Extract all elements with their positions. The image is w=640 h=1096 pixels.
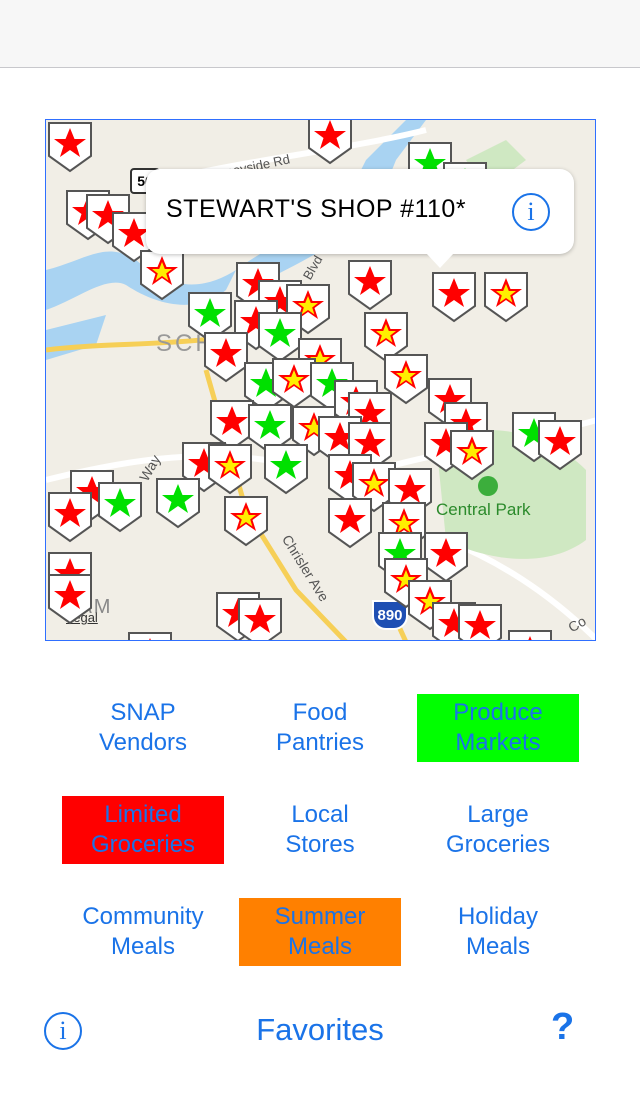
map-marker[interactable]	[306, 120, 354, 166]
info-icon[interactable]: i	[44, 1012, 82, 1050]
snap-vendors-button[interactable]: SNAP Vendors	[62, 694, 224, 762]
map-marker[interactable]	[262, 442, 310, 496]
produce-markets-button[interactable]: Produce Markets	[417, 694, 579, 762]
map-marker[interactable]	[46, 120, 94, 174]
favorites-button[interactable]: Favorites	[220, 1012, 420, 1048]
callout-title: STEWART'S SHOP #110*	[166, 195, 467, 223]
map-marker[interactable]	[206, 442, 254, 496]
central-park-label: Central Park	[436, 500, 531, 519]
map-marker[interactable]	[96, 480, 144, 534]
navigation-bar	[0, 0, 640, 68]
map-marker[interactable]	[46, 572, 94, 626]
summer-meals-button[interactable]: Summer Meals	[239, 898, 401, 966]
map-marker[interactable]	[536, 418, 584, 472]
map-marker[interactable]	[236, 596, 284, 640]
map-marker[interactable]	[222, 494, 270, 548]
map-view[interactable]: 50 Stoneyside Rd Blvd SCH Way Chrisler A…	[45, 119, 596, 641]
map-marker[interactable]	[154, 476, 202, 530]
map-marker[interactable]	[46, 490, 94, 544]
large-groceries-button[interactable]: Large Groceries	[417, 796, 579, 864]
help-button[interactable]: ?	[551, 1006, 574, 1049]
food-pantries-button[interactable]: Food Pantries	[239, 694, 401, 762]
map-marker[interactable]	[346, 258, 394, 312]
holiday-meals-button[interactable]: Holiday Meals	[417, 898, 579, 966]
map-marker[interactable]	[138, 248, 186, 302]
marker-callout[interactable]: STEWART'S SHOP #110* i	[146, 169, 574, 268]
community-meals-button[interactable]: Community Meals	[62, 898, 224, 966]
map-marker[interactable]	[430, 270, 478, 324]
map-marker[interactable]	[456, 602, 504, 640]
map-marker[interactable]	[506, 628, 554, 640]
info-icon[interactable]: i	[512, 193, 550, 231]
map-marker[interactable]	[126, 630, 174, 640]
limited-groceries-button[interactable]: Limited Groceries	[62, 796, 224, 864]
map-marker[interactable]	[448, 428, 496, 482]
map-marker[interactable]	[482, 270, 530, 324]
local-stores-button[interactable]: Local Stores	[239, 796, 401, 864]
map-marker[interactable]	[326, 496, 374, 550]
